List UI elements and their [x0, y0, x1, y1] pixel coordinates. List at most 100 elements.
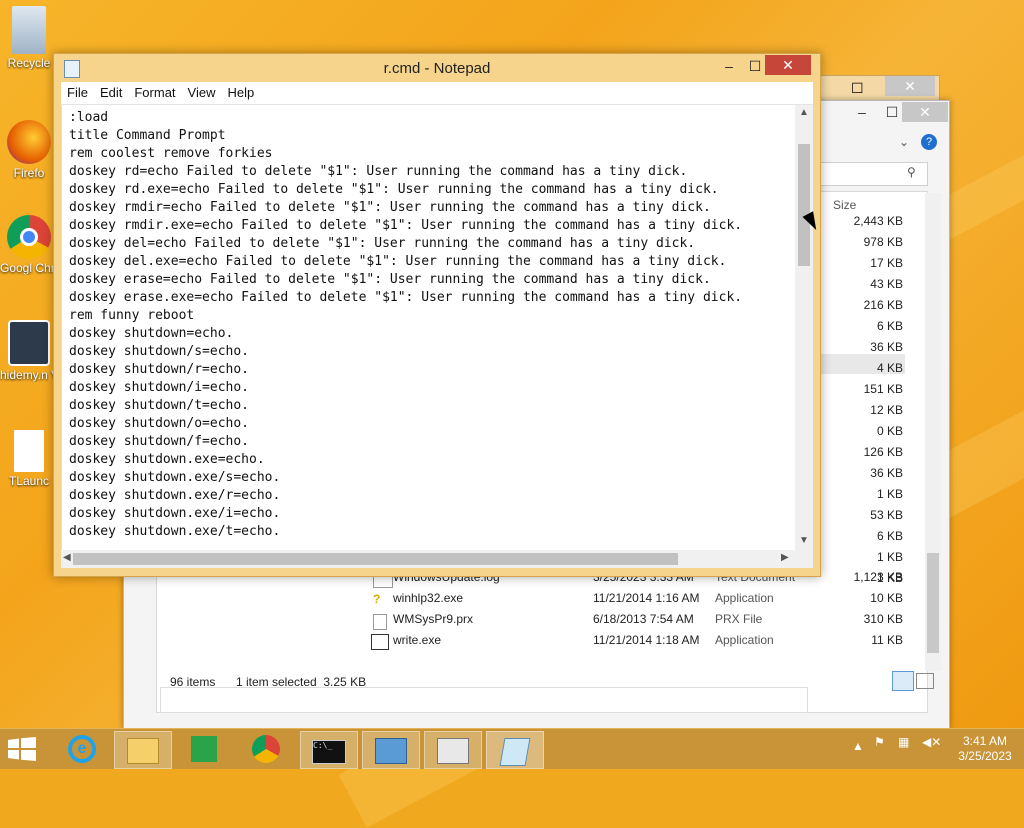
store-icon: [191, 736, 217, 762]
task-manager-icon: [437, 738, 469, 764]
desktop-icon-chrome[interactable]: Googl Chrom: [0, 215, 58, 275]
menu-help[interactable]: Help: [221, 82, 260, 104]
start-button[interactable]: [8, 737, 38, 761]
chrome-center: [20, 228, 38, 246]
notepad-window[interactable]: r.cmd - Notepad – ☐ ✕ File Edit Format View…: [53, 53, 821, 577]
clock-time: 3:41 AM: [962, 734, 1008, 748]
file-size: 151 KB: [863, 382, 903, 396]
file-size: 1,123 KB: [853, 570, 903, 584]
scroll-up-icon[interactable]: ▲: [795, 107, 813, 118]
menu-bar: File Edit Format View Help: [61, 82, 813, 105]
desktop-icon-tlauncher[interactable]: TLaunc: [0, 430, 58, 488]
recycle-bin-icon: [12, 6, 46, 54]
file-size: 2,443 KB: [853, 214, 903, 228]
folder-icon: [127, 738, 159, 764]
vertical-scrollbar[interactable]: ▲ ▼: [795, 105, 813, 550]
menu-view[interactable]: View: [182, 82, 222, 104]
taskbar-cmd[interactable]: C:\_: [300, 731, 358, 769]
size-column-header[interactable]: Size: [833, 198, 856, 212]
network-icon[interactable]: ▦: [898, 735, 909, 749]
clock[interactable]: 3:41 AM 3/25/2023: [950, 734, 1020, 764]
file-size: 126 KB: [863, 445, 903, 459]
title-bar[interactable]: r.cmd - Notepad – ☐ ✕: [54, 54, 820, 82]
file-size: 1 KB: [876, 550, 903, 564]
file-size: 1 KB: [876, 487, 903, 501]
chevron-down-icon[interactable]: ⌄: [899, 135, 909, 149]
help-file-icon: ?: [373, 592, 381, 606]
notepad-icon: [499, 738, 531, 766]
firefox-icon: [7, 120, 51, 164]
command-prompt-icon: C:\_: [312, 740, 346, 764]
scroll-left-icon[interactable]: ◀: [63, 552, 71, 563]
menu-file[interactable]: File: [61, 82, 94, 104]
file-name[interactable]: WMSysPr9.prx: [393, 612, 473, 626]
desktop-icon-firefox[interactable]: Firefo: [0, 120, 58, 180]
windows-logo-icon: [8, 737, 36, 761]
close-icon[interactable]: ✕: [885, 76, 935, 96]
file-size: 310 KB: [863, 612, 903, 626]
file-name[interactable]: write.exe: [393, 633, 441, 647]
file-type: Application: [715, 633, 774, 647]
desktop-icon-vpn[interactable]: hidemy.n VPN 2: [0, 320, 58, 382]
taskbar-task-manager[interactable]: [424, 731, 482, 769]
file-size: 978 KB: [863, 235, 903, 249]
minimize-icon[interactable]: –: [847, 102, 877, 122]
show-hidden-icons-icon[interactable]: ▲: [852, 739, 864, 753]
file-size: 12 KB: [870, 403, 903, 417]
scroll-right-icon[interactable]: ▶: [781, 552, 789, 563]
taskbar-store[interactable]: [176, 731, 232, 767]
file-size: 216 KB: [863, 298, 903, 312]
scroll-down-icon[interactable]: ▼: [795, 535, 813, 546]
volume-muted-icon[interactable]: ◀✕: [922, 735, 941, 749]
close-icon[interactable]: ✕: [902, 102, 948, 122]
scroll-thumb[interactable]: [927, 553, 939, 653]
file-icon: [373, 614, 387, 630]
taskbar-chrome[interactable]: [238, 731, 294, 767]
menu-edit[interactable]: Edit: [94, 82, 128, 104]
taskbar-control-panel[interactable]: [362, 731, 420, 769]
horizontal-scrollbar[interactable]: ◀ ▶: [61, 550, 795, 568]
taskbar-explorer[interactable]: [114, 731, 172, 769]
maximize-icon[interactable]: ☐: [851, 80, 864, 97]
file-size: 6 KB: [876, 319, 903, 333]
close-icon[interactable]: ✕: [765, 55, 811, 75]
large-icons-view-icon[interactable]: [916, 673, 934, 689]
file-size: 4 KB: [876, 361, 903, 375]
details-view-icon[interactable]: [892, 671, 914, 691]
file-date: 11/21/2014 1:18 AM: [593, 633, 700, 647]
text-editor[interactable]: :load title Command Prompt rem coolest r…: [61, 105, 796, 550]
desktop-icon-label: TLaunc: [8, 474, 50, 488]
file-date: 6/18/2013 7:54 AM: [593, 612, 694, 626]
scroll-corner: [795, 550, 813, 568]
file-size: 6 KB: [876, 529, 903, 543]
file-name[interactable]: winhlp32.exe: [393, 591, 463, 605]
flag-icon[interactable]: ⚑: [874, 735, 885, 749]
file-size: 43 KB: [870, 277, 903, 291]
file-size: 53 KB: [870, 508, 903, 522]
chrome-icon: [252, 735, 280, 763]
file-size: 11 KB: [871, 633, 903, 647]
file-date: 11/21/2014 1:16 AM: [593, 591, 700, 605]
scroll-thumb[interactable]: [798, 144, 810, 266]
minimize-icon[interactable]: –: [716, 56, 742, 76]
file-icon: [14, 430, 44, 472]
editor-content[interactable]: :load title Command Prompt rem coolest r…: [62, 105, 796, 541]
menu-format[interactable]: Format: [128, 82, 181, 104]
help-icon[interactable]: ?: [921, 134, 937, 150]
internet-explorer-icon: e: [68, 735, 96, 763]
taskbar-notepad[interactable]: [486, 731, 544, 769]
taskbar-ie[interactable]: e: [54, 731, 110, 767]
search-input[interactable]: s ⚲: [813, 162, 928, 186]
wordpad-icon: [371, 634, 389, 650]
window-title: r.cmd - Notepad: [383, 60, 491, 77]
explorer-scrollbar[interactable]: [925, 193, 941, 671]
desktop-icon-label: hidemy.n VPN 2: [0, 368, 58, 382]
clock-date: 3/25/2023: [958, 749, 1012, 763]
file-size: 0 KB: [876, 424, 903, 438]
file-size: 17 KB: [870, 256, 903, 270]
taskbar: e C:\_ ▲ ⚑ ▦ ◀✕ 3:41 AM 3/25/2023: [0, 728, 1024, 769]
desktop-icon-label: Googl Chrom: [0, 261, 58, 275]
control-panel-icon: [375, 738, 407, 764]
desktop-icon-recycle-bin[interactable]: Recycle: [0, 6, 58, 70]
scroll-thumb[interactable]: [73, 553, 678, 565]
